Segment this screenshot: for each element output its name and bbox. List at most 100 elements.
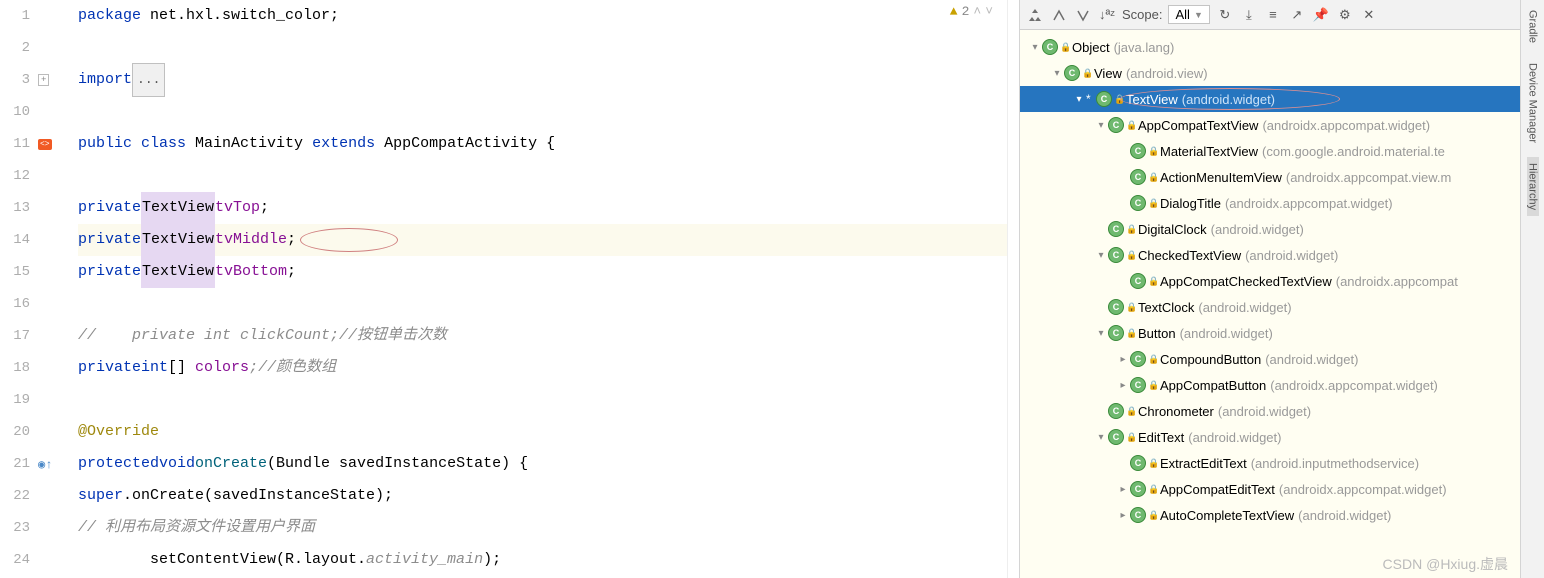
line-number[interactable]: 15 xyxy=(0,256,30,288)
line-number[interactable]: 23 xyxy=(0,512,30,544)
tree-row-chronometer[interactable]: C🔒Chronometer(android.widget) xyxy=(1020,398,1544,424)
sort-icon[interactable]: ↓ªᶻ xyxy=(1098,6,1116,24)
tree-row-compoundbutton[interactable]: ▸C🔒CompoundButton(android.widget) xyxy=(1020,346,1544,372)
class-icon: C xyxy=(1108,325,1124,341)
class-name: MaterialTextView xyxy=(1160,144,1258,159)
tree-arrow-icon[interactable]: ▾ xyxy=(1094,432,1108,443)
autoscroll-icon[interactable]: ⤓ xyxy=(1240,6,1258,24)
code-line[interactable]: private int[] colors;//颜色数组 xyxy=(78,352,1007,384)
line-number[interactable]: 11 xyxy=(0,128,30,160)
gutter-cell xyxy=(38,512,78,544)
line-number[interactable]: 21 xyxy=(0,448,30,480)
code-line[interactable]: public class MainActivity extends AppCom… xyxy=(78,128,1007,160)
line-number[interactable]: 18 xyxy=(0,352,30,384)
tree-arrow-icon[interactable]: ▾ xyxy=(1050,68,1064,79)
chevron-up-icon[interactable]: ˄ xyxy=(973,4,981,19)
chevron-down-icon[interactable]: ˅ xyxy=(985,4,993,19)
gutter-icon-column: + <> ◉↑ xyxy=(38,0,78,578)
line-number[interactable]: 20 xyxy=(0,416,30,448)
tree-row-dialogtitle[interactable]: C🔒DialogTitle(androidx.appcompat.widget) xyxy=(1020,190,1544,216)
tree-arrow-icon[interactable]: ▾ xyxy=(1028,42,1042,53)
tree-row-extractedittext[interactable]: C🔒ExtractEditText(android.inputmethodser… xyxy=(1020,450,1544,476)
tab-hierarchy[interactable]: Hierarchy xyxy=(1527,157,1539,216)
class-name: TextView xyxy=(1126,92,1178,107)
refresh-icon[interactable]: ↻ xyxy=(1216,6,1234,24)
line-number[interactable]: 13 xyxy=(0,192,30,224)
tree-row-appcompatedittext[interactable]: ▸C🔒AppCompatEditText(androidx.appcompat.… xyxy=(1020,476,1544,502)
pin-icon[interactable]: 📌 xyxy=(1312,6,1330,24)
tab-device-manager[interactable]: Device Manager xyxy=(1527,57,1539,149)
tree-row-button[interactable]: ▾C🔒Button(android.widget) xyxy=(1020,320,1544,346)
tree-arrow-icon[interactable]: ▾ xyxy=(1094,120,1108,131)
override-gutter-icon[interactable]: ◉↑ xyxy=(38,457,52,472)
inspection-widget[interactable]: ▲ 2 ˄ ˅ xyxy=(950,4,993,19)
gutter-cell xyxy=(38,320,78,352)
code-line[interactable]: package net.hxl.switch_color; xyxy=(78,0,1007,32)
editor-marker-bar[interactable] xyxy=(1007,0,1019,578)
tree-arrow-icon[interactable]: ▾ xyxy=(1072,94,1086,105)
settings-icon[interactable]: ⚙ xyxy=(1336,6,1354,24)
tree-arrow-icon[interactable]: ▸ xyxy=(1116,354,1130,365)
class-gutter-icon[interactable]: <> xyxy=(38,139,52,150)
code-line[interactable]: // private int clickCount;//按钮单击次数 xyxy=(78,320,1007,352)
tree-arrow-icon[interactable]: ▾ xyxy=(1094,328,1108,339)
code-line[interactable] xyxy=(78,160,1007,192)
tab-gradle[interactable]: Gradle xyxy=(1527,4,1539,49)
line-number[interactable]: 12 xyxy=(0,160,30,192)
code-line[interactable]: private TextView tvBottom; xyxy=(78,256,1007,288)
code-line[interactable]: setContentView(R.layout.activity_main); xyxy=(78,544,1007,576)
tree-row-checkedtextview[interactable]: ▾C🔒CheckedTextView(android.widget) xyxy=(1020,242,1544,268)
tree-row-autocompletetextview[interactable]: ▸C🔒AutoCompleteTextView(android.widget) xyxy=(1020,502,1544,528)
hierarchy-tree[interactable]: ▾C🔒Object(java.lang)▾C🔒View(android.view… xyxy=(1020,30,1544,578)
code-line[interactable]: private TextView tvMiddle; xyxy=(78,224,1007,256)
line-number[interactable]: 24 xyxy=(0,544,30,576)
tree-arrow-icon[interactable]: ▸ xyxy=(1116,484,1130,495)
code-line[interactable]: // 利用布局资源文件设置用户界面 xyxy=(78,512,1007,544)
export-icon[interactable]: ↗ xyxy=(1288,6,1306,24)
code-line[interactable] xyxy=(78,384,1007,416)
tree-row-view[interactable]: ▾C🔒View(android.view) xyxy=(1020,60,1544,86)
line-number[interactable]: 14 xyxy=(0,224,30,256)
tree-row-actionmenuitemview[interactable]: C🔒ActionMenuItemView(androidx.appcompat.… xyxy=(1020,164,1544,190)
line-number[interactable]: 19 xyxy=(0,384,30,416)
code-line[interactable]: private TextView tvTop; xyxy=(78,192,1007,224)
tree-row-appcompatbutton[interactable]: ▸C🔒AppCompatButton(androidx.appcompat.wi… xyxy=(1020,372,1544,398)
fold-ellipsis[interactable]: ... xyxy=(132,63,165,97)
code-line[interactable] xyxy=(78,32,1007,64)
expand-all-icon[interactable]: ≡ xyxy=(1264,6,1282,24)
line-number[interactable]: 17 xyxy=(0,320,30,352)
subtypes-icon[interactable] xyxy=(1074,6,1092,24)
code-editor[interactable]: package net.hxl.switch_color;import ... p… xyxy=(78,0,1007,578)
supertypes-icon[interactable] xyxy=(1050,6,1068,24)
tree-row-textclock[interactable]: C🔒TextClock(android.widget) xyxy=(1020,294,1544,320)
fold-toggle-icon[interactable]: + xyxy=(38,74,49,86)
code-line[interactable] xyxy=(78,288,1007,320)
tree-row-edittext[interactable]: ▾C🔒EditText(android.widget) xyxy=(1020,424,1544,450)
class-hierarchy-icon[interactable] xyxy=(1026,6,1044,24)
class-icon: C xyxy=(1108,403,1124,419)
tree-arrow-icon[interactable]: ▸ xyxy=(1116,380,1130,391)
tree-arrow-icon[interactable]: ▸ xyxy=(1116,510,1130,521)
tree-arrow-icon[interactable]: ▾ xyxy=(1094,250,1108,261)
line-number[interactable]: 3 xyxy=(0,64,30,96)
class-name: TextClock xyxy=(1138,300,1194,315)
tree-row-textview[interactable]: ▾*C🔒TextView(android.widget) xyxy=(1020,86,1544,112)
line-number[interactable]: 16 xyxy=(0,288,30,320)
tree-row-object[interactable]: ▾C🔒Object(java.lang) xyxy=(1020,34,1544,60)
code-line[interactable]: protected void onCreate(Bundle savedInst… xyxy=(78,448,1007,480)
code-line[interactable]: @Override xyxy=(78,416,1007,448)
scope-dropdown[interactable]: All ▼ xyxy=(1168,5,1209,24)
line-number[interactable]: 22 xyxy=(0,480,30,512)
tree-row-materialtextview[interactable]: C🔒MaterialTextView(com.google.android.ma… xyxy=(1020,138,1544,164)
tree-row-appcompatcheckedtextview[interactable]: C🔒AppCompatCheckedTextView(androidx.appc… xyxy=(1020,268,1544,294)
tree-row-appcompattextview[interactable]: ▾C🔒AppCompatTextView(androidx.appcompat.… xyxy=(1020,112,1544,138)
line-number[interactable]: 1 xyxy=(0,0,30,32)
close-icon[interactable]: ✕ xyxy=(1360,6,1378,24)
package-name: (android.widget) xyxy=(1180,326,1273,341)
code-line[interactable]: import ... xyxy=(78,64,1007,96)
code-line[interactable] xyxy=(78,96,1007,128)
code-line[interactable]: super.onCreate(savedInstanceState); xyxy=(78,480,1007,512)
tree-row-digitalclock[interactable]: C🔒DigitalClock(android.widget) xyxy=(1020,216,1544,242)
line-number[interactable]: 2 xyxy=(0,32,30,64)
line-number[interactable]: 10 xyxy=(0,96,30,128)
